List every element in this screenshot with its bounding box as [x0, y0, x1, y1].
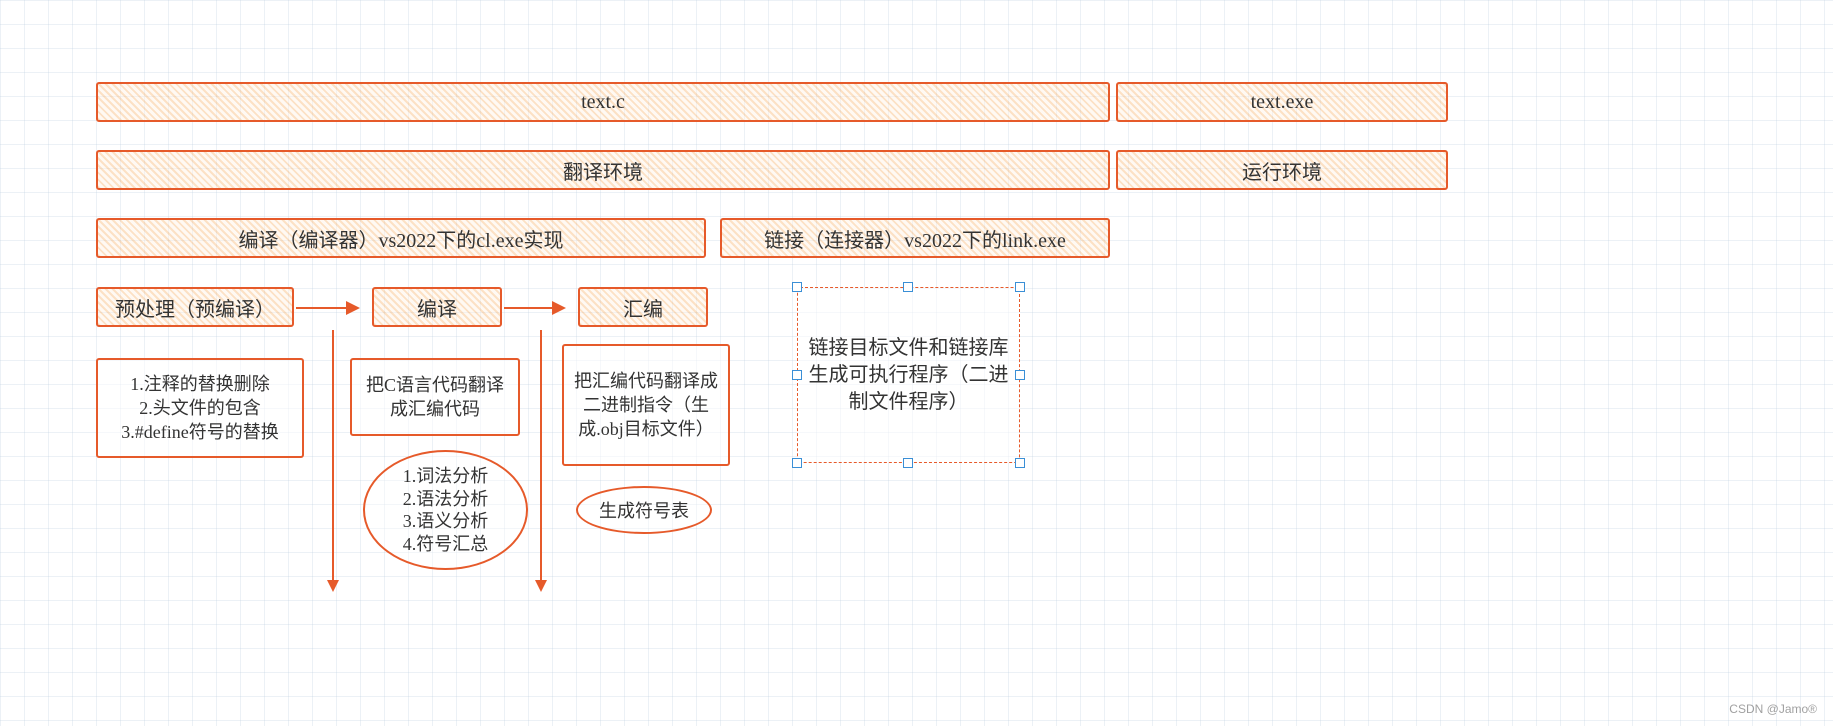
box-compiler-tool: 编译（编译器）vs2022下的cl.exe实现	[96, 218, 706, 258]
arrow-compile-to-asm	[504, 307, 564, 309]
box-stage-compile: 编译	[372, 287, 502, 327]
label-compile-analysis: 1.词法分析 2.语法分析 3.语义分析 4.符号汇总	[403, 465, 489, 555]
ellipse-asm-symtable: 生成符号表	[576, 486, 712, 534]
box-run-env: 运行环境	[1116, 150, 1448, 190]
box-preproc-details: 1.注释的替换删除 2.头文件的包含 3.#define符号的替换	[96, 358, 304, 458]
box-compile-details: 把C语言代码翻译成汇编代码	[350, 358, 520, 436]
label-stage-asm: 汇编	[623, 293, 663, 322]
box-exe-file: text.exe	[1116, 82, 1448, 122]
label-source-file: text.c	[581, 91, 625, 114]
box-linker-tool: 链接（连接器）vs2022下的link.exe	[720, 218, 1110, 258]
box-translate-env: 翻译环境	[96, 150, 1110, 190]
box-stage-asm: 汇编	[578, 287, 708, 327]
label-compile-details: 把C语言代码翻译成汇编代码	[360, 373, 510, 422]
watermark-text: CSDN @Jamo®	[1729, 702, 1817, 716]
box-link-details[interactable]: 链接目标文件和链接库生成可执行程序（二进制文件程序）	[797, 287, 1020, 463]
arrow-preproc-to-compile	[296, 307, 358, 309]
label-stage-preproc: 预处理（预编译）	[115, 293, 275, 322]
label-run-env: 运行环境	[1242, 156, 1322, 185]
watermark: CSDN @Jamo®	[1729, 702, 1817, 716]
label-linker-tool: 链接（连接器）vs2022下的link.exe	[764, 224, 1066, 253]
box-asm-details: 把汇编代码翻译成二进制指令（生成.obj目标文件）	[562, 344, 730, 466]
arrow-down-compile	[540, 330, 542, 590]
label-asm-symtable: 生成符号表	[599, 497, 689, 523]
label-stage-compile: 编译	[417, 293, 457, 322]
label-preproc-details: 1.注释的替换删除 2.头文件的包含 3.#define符号的替换	[121, 372, 278, 445]
box-source-file: text.c	[96, 82, 1110, 122]
ellipse-compile-analysis: 1.词法分析 2.语法分析 3.语义分析 4.符号汇总	[363, 450, 528, 570]
label-exe-file: text.exe	[1251, 91, 1314, 114]
box-stage-preproc: 预处理（预编译）	[96, 287, 294, 327]
arrow-down-preproc	[332, 330, 334, 590]
label-translate-env: 翻译环境	[563, 156, 643, 185]
label-link-details: 链接目标文件和链接库生成可执行程序（二进制文件程序）	[806, 335, 1011, 416]
label-asm-details: 把汇编代码翻译成二进制指令（生成.obj目标文件）	[572, 369, 720, 442]
label-compiler-tool: 编译（编译器）vs2022下的cl.exe实现	[239, 224, 564, 253]
